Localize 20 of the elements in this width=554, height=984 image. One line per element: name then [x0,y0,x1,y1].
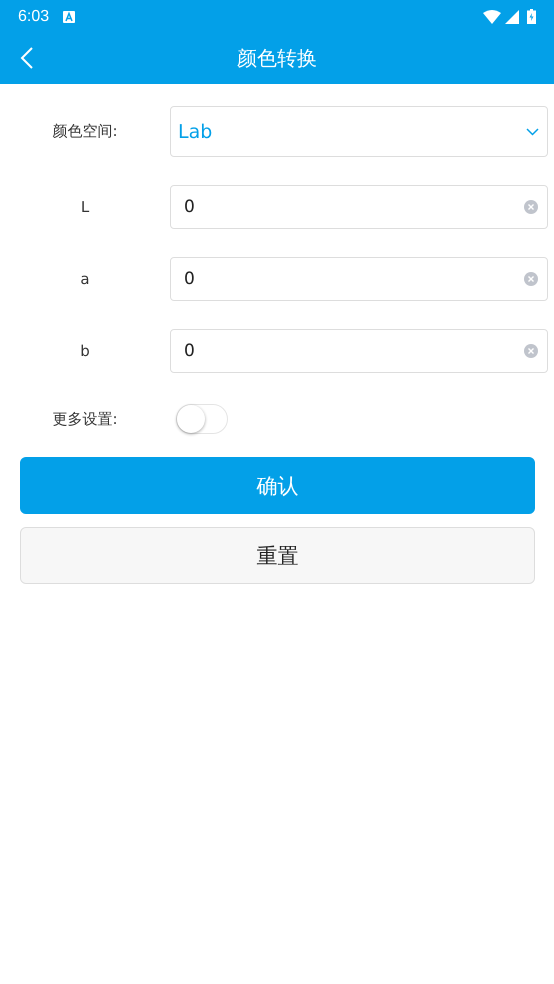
input-field[interactable]: 0 [170,185,548,229]
field-label: b [79,342,91,360]
chevron-down-icon [526,128,539,136]
page-title: 颜色转换 [237,45,317,72]
notification-icon [63,10,76,22]
field-label: 颜色空间: [51,122,119,141]
signal-icon [505,10,519,24]
input-field[interactable]: 0 [170,329,548,373]
field-label: L [80,198,90,216]
field-label: 更多设置: [51,410,119,428]
clear-icon[interactable] [524,272,538,286]
battery-icon [527,9,536,24]
clear-icon[interactable] [524,200,538,214]
status-time: 6:03 [18,8,50,26]
wifi-icon [483,10,501,24]
toggle-switch[interactable] [176,404,228,434]
input-field[interactable]: 0 [170,257,548,301]
field-label: a [79,270,91,288]
reset-button[interactable]: 重置 [20,527,535,584]
clear-icon[interactable] [524,344,538,358]
